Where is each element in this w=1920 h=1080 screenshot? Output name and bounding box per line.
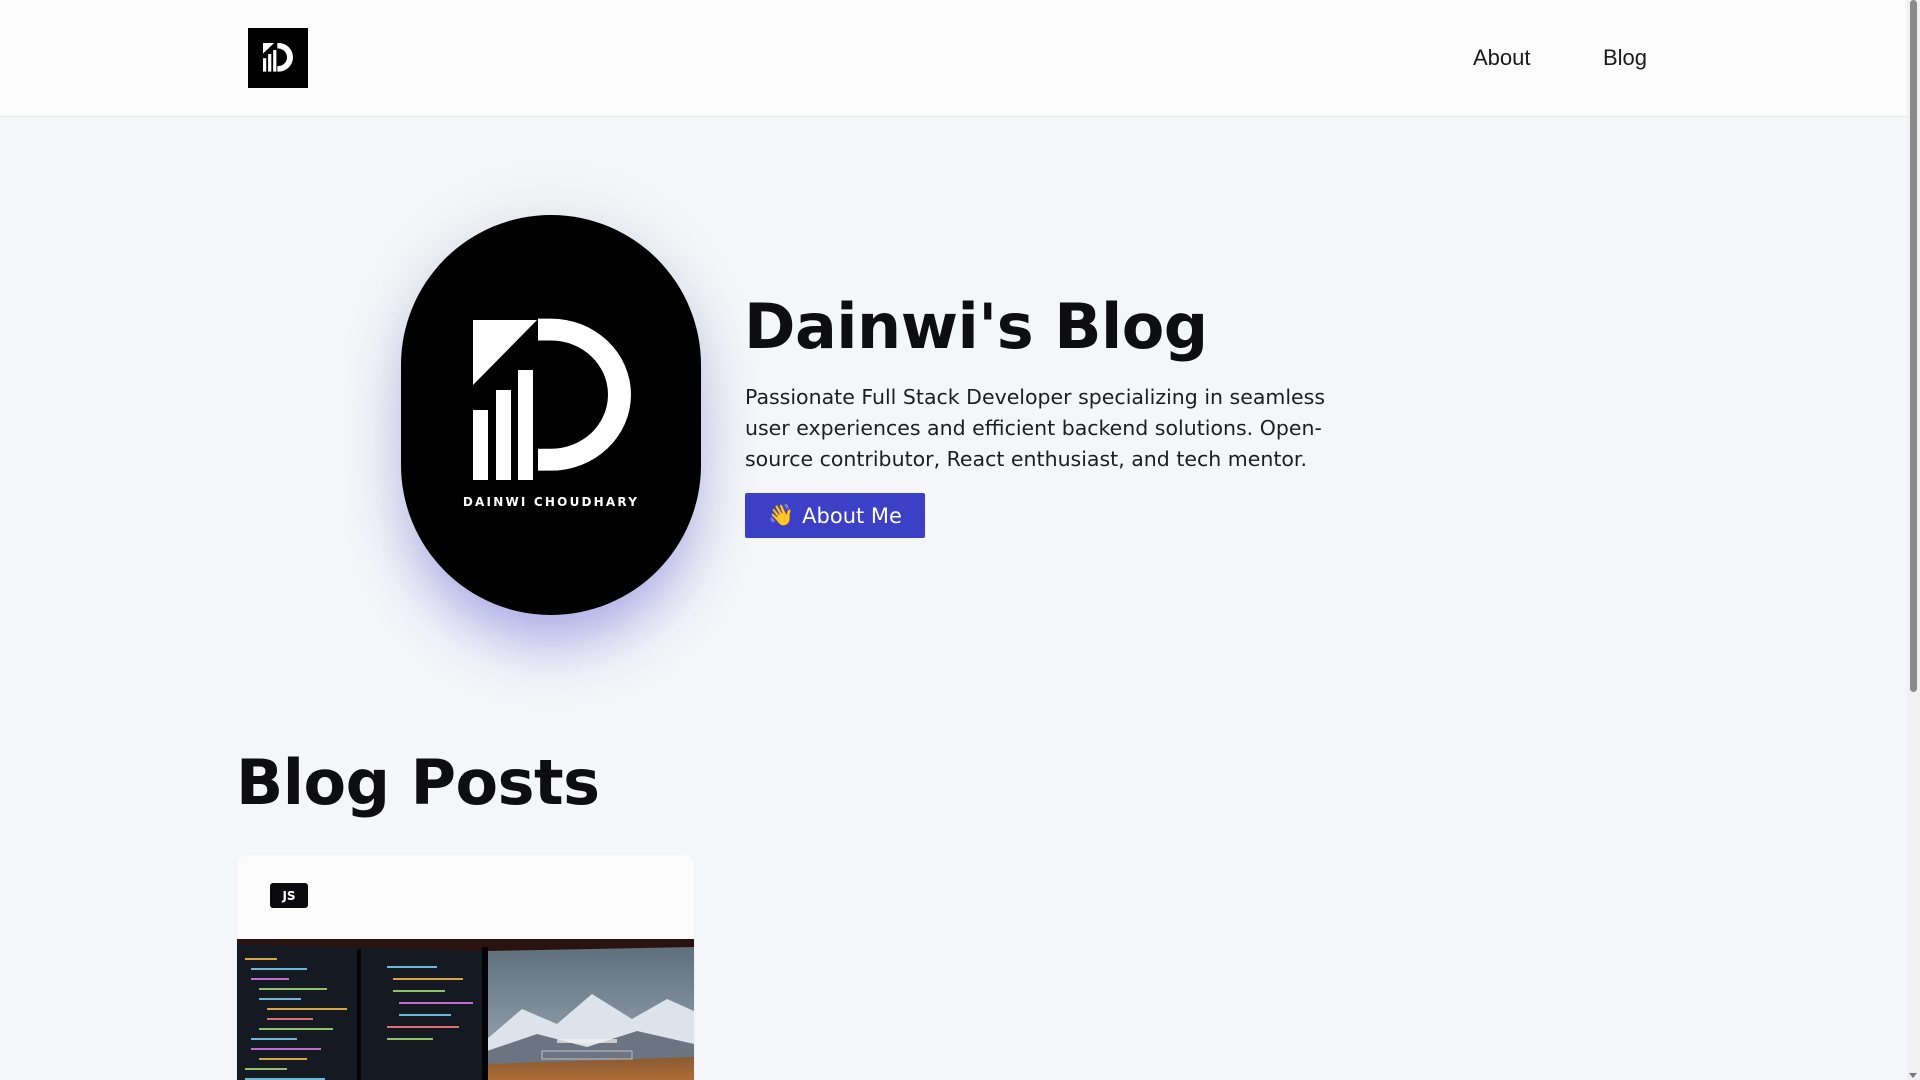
dc-monogram-icon bbox=[473, 318, 631, 480]
scroll-down-arrow-icon[interactable] bbox=[1909, 1073, 1917, 1078]
waving-hand-icon: 👋 bbox=[768, 503, 795, 527]
nav-blog-link[interactable]: Blog bbox=[1603, 45, 1647, 71]
hero-description: Passionate Full Stack Developer speciali… bbox=[745, 385, 1326, 471]
about-me-button[interactable]: 👋 About Me bbox=[745, 493, 925, 538]
scrollbar-thumb[interactable] bbox=[1910, 0, 1917, 692]
profile-avatar: DAINWI CHOUDHARY bbox=[401, 215, 701, 615]
site-logo[interactable] bbox=[248, 28, 308, 88]
avatar-name-text: DAINWI CHOUDHARY bbox=[462, 495, 640, 509]
nav-about-link[interactable]: About bbox=[1473, 45, 1531, 71]
page-scrollbar[interactable] bbox=[1907, 0, 1920, 1080]
page-title: Dainwi's Blog bbox=[744, 290, 1208, 363]
site-header: About Blog bbox=[0, 0, 1907, 117]
post-cover-illustration bbox=[237, 939, 694, 1080]
page: About Blog DAINWI CHOUDHARY Dainwi's Blo… bbox=[0, 0, 1920, 1080]
about-me-button-label: About Me bbox=[802, 503, 902, 528]
post-cover-image bbox=[237, 939, 694, 1080]
blog-post-card[interactable]: JS bbox=[237, 855, 694, 1080]
avatar-logo: DAINWI CHOUDHARY bbox=[451, 305, 651, 525]
post-tag: JS bbox=[270, 883, 308, 908]
logo-mark-icon bbox=[263, 43, 293, 72]
blog-section-title: Blog Posts bbox=[236, 746, 600, 819]
